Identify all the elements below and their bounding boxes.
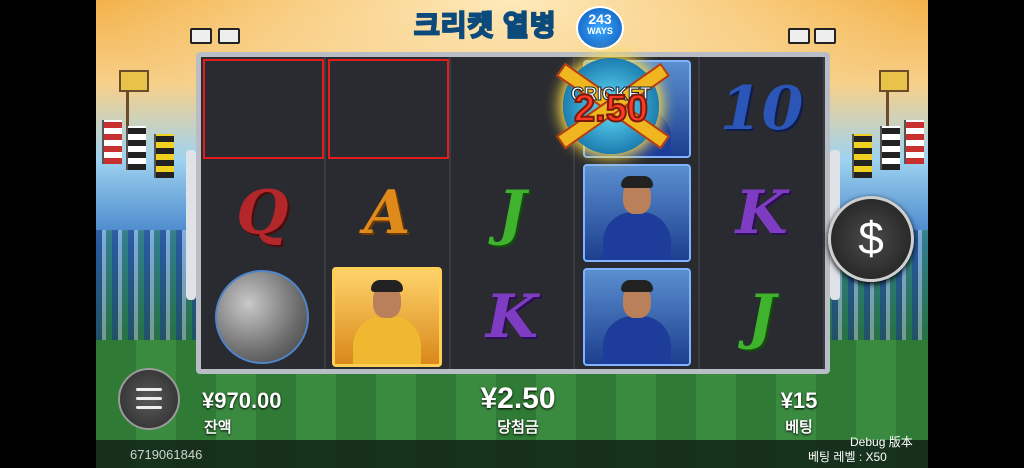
reel-cell: J [451,161,576,265]
reel-cell [575,265,701,369]
symbol-j: J [747,282,776,352]
symbol-q: Q [236,178,289,248]
floodlight-tower-icon [119,70,153,130]
reel-cell: Q [201,161,326,265]
menu-button[interactable] [118,368,180,430]
reel-grid: 10 Q A J K K J [201,57,825,369]
spotlight-icon [218,28,240,44]
flag-icon [852,134,872,178]
spotlight-icon [190,28,212,44]
bottom-bar [96,440,928,468]
logo-title: 크리켓 열병 [413,9,557,42]
reel-cell: 10 [700,57,825,161]
win-badge: CRICKET 2.50 [549,50,673,160]
session-id: 6719061846 [130,447,203,462]
bet-level: 베팅 레벨 : X50 [808,450,887,464]
spin-button[interactable]: $ [828,196,914,282]
reel-cell: J [700,265,825,369]
flag-icon [102,120,122,164]
menu-line-icon [136,406,162,409]
flag-icon [126,126,146,170]
cricket-ball-icon [215,270,310,364]
reel-cell [201,265,326,369]
win-amount: ¥2.50 [480,382,556,415]
reel-cell: K [700,161,825,265]
win-label: 당첨금 [497,419,539,436]
reel-cell: K [451,265,576,369]
badge-win-value: 2.50 [573,87,649,131]
reel-frame: 10 Q A J K K J [196,52,830,374]
spotlight-icon [788,28,810,44]
menu-line-icon [136,388,162,391]
reel-cell [575,161,701,265]
balance-label: 잔액 [204,419,232,436]
player-portrait-icon [332,267,443,367]
flag-icon [904,120,924,164]
reel-cell [326,265,451,369]
spotlight-icon [814,28,836,44]
reel-cell [326,57,451,161]
game-logo: 크리켓 열병 243 WAYS [413,2,624,50]
symbol-a: A [363,178,411,248]
symbol-j: J [497,178,527,248]
flag-icon [880,126,900,170]
flag-icon [154,134,174,178]
ways-badge: 243 WAYS [576,6,624,50]
menu-line-icon [136,397,162,400]
game-screen: 크리켓 열병 243 WAYS 10 Q A J K K J CRICKET 2.50 $ … [96,0,928,468]
player-portrait-icon [582,268,691,366]
symbol-k: K [485,282,539,352]
player-portrait-icon [582,164,691,262]
reel-cell: A [326,161,451,265]
symbol-10: 10 [719,74,804,144]
reel-cell [201,57,326,161]
bet-amount[interactable]: ¥15 [764,388,834,414]
symbol-k: K [735,178,788,248]
ways-word: WAYS [587,26,613,36]
reel-rail-left [186,150,196,300]
balance-value: ¥970.00 [202,388,282,413]
bet-label: 베팅 [785,419,813,436]
